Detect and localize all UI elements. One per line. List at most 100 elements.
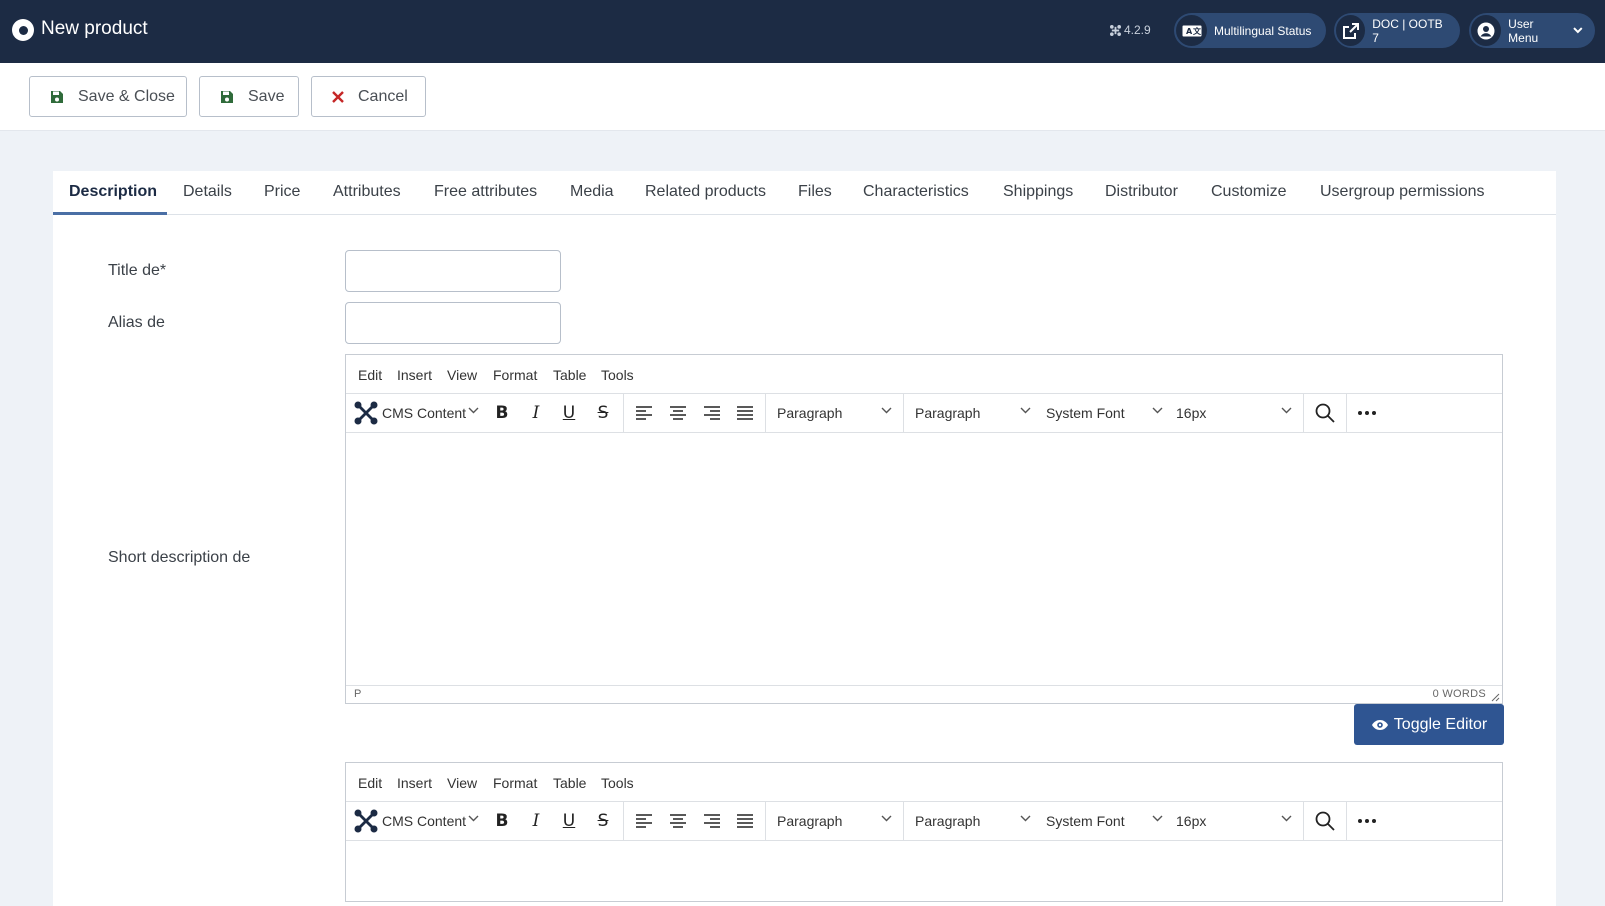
editor-statusbar: P 0 WORDS (346, 685, 1502, 703)
doc-link-button[interactable]: DOC | OOTB 7 (1334, 13, 1460, 48)
more-options-icon[interactable] (1358, 819, 1376, 823)
editor-content-area[interactable] (346, 433, 1502, 685)
search-icon[interactable] (1315, 811, 1335, 831)
menu-format[interactable]: Format (493, 775, 537, 791)
cancel-button[interactable]: Cancel (311, 76, 426, 117)
menu-insert[interactable]: Insert (397, 367, 432, 383)
external-link-icon (1336, 15, 1366, 46)
tab-distributor[interactable]: Distributor (1105, 183, 1178, 201)
user-menu-button[interactable]: User Menu (1469, 13, 1595, 48)
block-format-dropdown[interactable]: Paragraph (777, 813, 842, 829)
tab-shippings[interactable]: Shippings (1003, 183, 1073, 201)
active-tab-indicator (53, 212, 167, 215)
style-format-dropdown[interactable]: Paragraph (915, 405, 980, 421)
menu-tools[interactable]: Tools (601, 367, 634, 383)
menu-format[interactable]: Format (493, 367, 537, 383)
menu-tools[interactable]: Tools (601, 775, 634, 791)
toolbar-separator (623, 802, 624, 840)
multilingual-status-button[interactable]: A文 Multilingual Status (1174, 13, 1326, 48)
toolbar-separator (765, 394, 766, 432)
editor-menubar: Edit Insert View Format Table Tools (346, 355, 1502, 394)
toolbar-separator (1346, 802, 1347, 840)
italic-icon[interactable]: I (526, 811, 546, 831)
cancel-label: Cancel (358, 87, 408, 105)
joomla-cms-icon (354, 809, 378, 833)
save-button[interactable]: Save (199, 76, 299, 117)
title-input[interactable] (345, 250, 561, 292)
font-family-dropdown[interactable]: System Font (1046, 405, 1125, 421)
menu-table[interactable]: Table (553, 775, 586, 791)
tab-usergroup-permissions[interactable]: Usergroup permissions (1320, 183, 1485, 201)
align-center-icon[interactable] (669, 813, 687, 829)
search-icon[interactable] (1315, 403, 1335, 423)
italic-icon[interactable]: I (526, 403, 546, 423)
chevron-down-icon (468, 815, 479, 822)
tab-customize[interactable]: Customize (1211, 183, 1287, 201)
menu-view[interactable]: View (447, 367, 477, 383)
tab-bar: Description Details Price Attributes Fre… (53, 171, 1556, 215)
close-icon (332, 90, 344, 103)
underline-icon[interactable]: U (559, 811, 579, 831)
toolbar-separator (1303, 802, 1304, 840)
chevron-down-icon (1152, 815, 1163, 822)
joomla-logo-icon (12, 19, 34, 41)
chevron-down-icon (468, 407, 479, 414)
strikethrough-icon[interactable]: S (593, 403, 613, 423)
tab-price[interactable]: Price (264, 183, 300, 201)
menu-edit[interactable]: Edit (358, 775, 382, 791)
alias-input[interactable] (345, 302, 561, 344)
tab-attributes[interactable]: Attributes (333, 183, 401, 201)
tab-description[interactable]: Description (69, 183, 157, 201)
resize-handle-icon[interactable] (1491, 693, 1500, 702)
menu-insert[interactable]: Insert (397, 775, 432, 791)
title-label: Title de* (108, 262, 167, 279)
align-left-icon[interactable] (635, 813, 653, 829)
chevron-down-icon (1020, 407, 1031, 414)
align-justify-icon[interactable] (736, 405, 754, 421)
save-close-button[interactable]: Save & Close (29, 76, 187, 117)
bold-icon[interactable]: B (492, 811, 512, 831)
align-right-icon[interactable] (703, 405, 721, 421)
bold-icon[interactable]: B (492, 403, 512, 423)
floppy-icon (50, 90, 64, 104)
user-menu-label: User Menu (1508, 16, 1539, 45)
menu-edit[interactable]: Edit (358, 367, 382, 383)
toggle-editor-button[interactable]: Toggle Editor (1354, 704, 1504, 745)
tab-details[interactable]: Details (183, 183, 232, 201)
tab-files[interactable]: Files (798, 183, 832, 201)
editor-content-area[interactable] (346, 841, 1502, 901)
editor-toolbar: CMS Content B I U S Paragraph Paragraph … (346, 394, 1502, 433)
align-right-icon[interactable] (703, 813, 721, 829)
cms-content-dropdown[interactable]: CMS Content (382, 405, 466, 421)
editor-menubar: Edit Insert View Format Table Tools (346, 763, 1502, 802)
user-avatar-icon (1471, 15, 1502, 46)
font-size-dropdown[interactable]: 16px (1176, 813, 1206, 829)
element-path[interactable]: P (354, 688, 361, 700)
menu-table[interactable]: Table (553, 367, 586, 383)
align-center-icon[interactable] (669, 405, 687, 421)
tab-media[interactable]: Media (570, 183, 614, 201)
align-left-icon[interactable] (635, 405, 653, 421)
font-size-dropdown[interactable]: 16px (1176, 405, 1206, 421)
align-justify-icon[interactable] (736, 813, 754, 829)
tab-characteristics[interactable]: Characteristics (863, 183, 969, 201)
svg-text:A: A (1186, 27, 1193, 36)
chevron-down-icon (881, 407, 892, 414)
underline-icon[interactable]: U (559, 403, 579, 423)
tab-free-attributes[interactable]: Free attributes (434, 183, 537, 201)
full-description-editor: Edit Insert View Format Table Tools CMS … (345, 762, 1503, 902)
version-number: 4.2.9 (1124, 23, 1151, 37)
font-family-dropdown[interactable]: System Font (1046, 813, 1125, 829)
block-format-dropdown[interactable]: Paragraph (777, 405, 842, 421)
toolbar-separator (765, 802, 766, 840)
cms-content-dropdown[interactable]: CMS Content (382, 813, 466, 829)
style-format-dropdown[interactable]: Paragraph (915, 813, 980, 829)
toolbar-separator (1346, 394, 1347, 432)
menu-view[interactable]: View (447, 775, 477, 791)
strikethrough-icon[interactable]: S (593, 811, 613, 831)
more-options-icon[interactable] (1358, 411, 1376, 415)
floppy-icon (220, 90, 234, 104)
chevron-down-icon (1020, 815, 1031, 822)
tab-related-products[interactable]: Related products (645, 183, 766, 201)
chevron-down-icon (1152, 407, 1163, 414)
